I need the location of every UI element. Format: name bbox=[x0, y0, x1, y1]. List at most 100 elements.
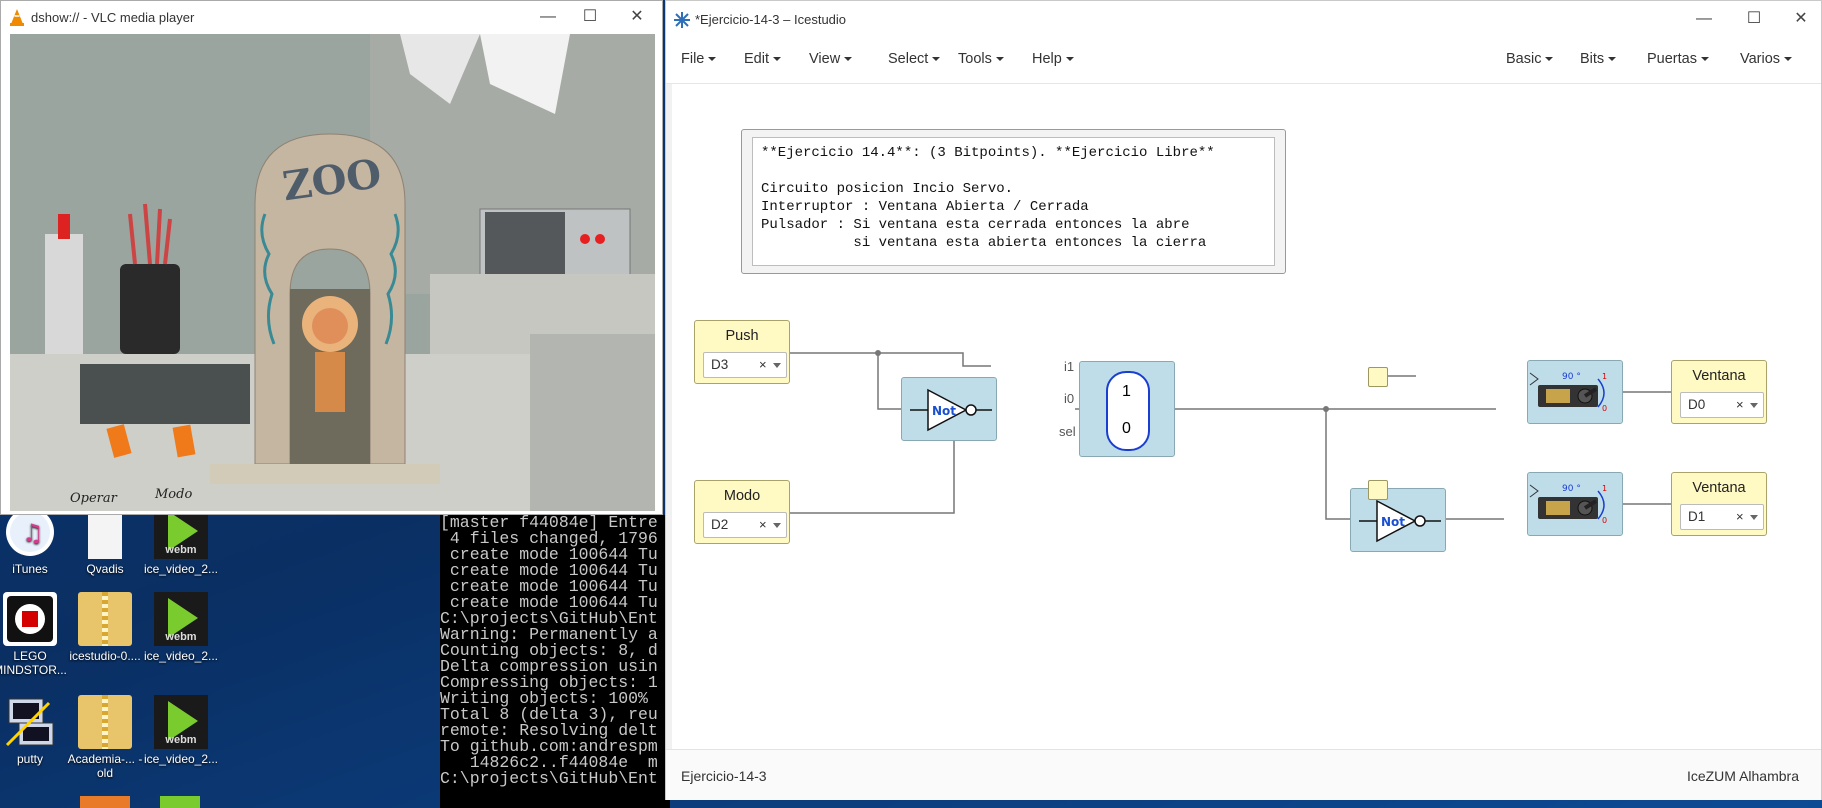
desktop-icon-video-3[interactable]: webm ice_video_2... bbox=[141, 695, 221, 766]
pin-select[interactable]: D3 × bbox=[703, 352, 787, 378]
desktop-icon-video-1[interactable]: webm ice_video_2... bbox=[141, 505, 221, 576]
partial-desktop-icon bbox=[160, 796, 200, 808]
circuit-canvas[interactable]: **Ejercicio 14.4**: (3 Bitpoints). **Eje… bbox=[666, 84, 1821, 749]
servo-icon: 90 ° 1 0 bbox=[1529, 372, 1607, 413]
menu-select[interactable]: Select bbox=[888, 51, 940, 67]
servo-label-1: 1 bbox=[1602, 484, 1607, 493]
terminal-window[interactable]: [master f44084e] Entre 4 files changed, … bbox=[440, 515, 670, 808]
clear-icon[interactable]: × bbox=[759, 517, 767, 532]
menu-edit[interactable]: Edit bbox=[744, 51, 781, 67]
menu-view[interactable]: View bbox=[809, 51, 852, 67]
servo-angle-label: 90 ° bbox=[1562, 484, 1581, 494]
chevron-down-icon[interactable] bbox=[1750, 515, 1758, 520]
minimize-button[interactable]: — bbox=[534, 6, 562, 28]
comment-line: si ventana esta abierta entonces la cier… bbox=[761, 235, 1207, 251]
close-button[interactable]: ✕ bbox=[623, 6, 651, 28]
pin-value: D2 bbox=[711, 517, 729, 532]
icestudio-app-icon bbox=[674, 12, 690, 33]
desktop-icon-lego[interactable]: LEGO MINDSTOR... bbox=[0, 592, 70, 677]
icestudio-window-title: *Ejercicio-14-3 – Icestudio bbox=[695, 12, 847, 27]
servo-block-1[interactable]: 90 ° 1 0 bbox=[1527, 360, 1623, 424]
lego-mindstorms-icon bbox=[3, 592, 57, 646]
vertical-scrollbar[interactable] bbox=[666, 84, 672, 749]
menu-bits[interactable]: Bits bbox=[1580, 51, 1616, 67]
desktop-icon-label: putty bbox=[16, 752, 43, 766]
chevron-down-icon[interactable] bbox=[1750, 403, 1758, 408]
desktop-icon-label: icestudio-0.... bbox=[69, 649, 141, 663]
comment-block[interactable]: **Ejercicio 14.4**: (3 Bitpoints). **Eje… bbox=[741, 129, 1286, 274]
desktop-icon-video-2[interactable]: webm ice_video_2... bbox=[141, 592, 221, 663]
desktop-icon-label: ice_video_2... bbox=[143, 562, 219, 576]
mux-label-1: 1 bbox=[1122, 383, 1131, 400]
not-gate-icon: Not bbox=[910, 388, 992, 432]
partial-desktop-icon bbox=[80, 796, 130, 808]
clear-icon[interactable]: × bbox=[759, 357, 767, 372]
putty-icon bbox=[3, 695, 57, 749]
pin-value: D1 bbox=[1688, 509, 1706, 524]
desktop-icon-itunes[interactable]: ♫ iTunes bbox=[0, 505, 70, 576]
status-board-name[interactable]: IceZUM Alhambra bbox=[1687, 768, 1799, 784]
clear-icon[interactable]: × bbox=[1736, 509, 1744, 524]
not-label: Not bbox=[1381, 515, 1405, 529]
menu-tools[interactable]: Tools bbox=[958, 51, 1004, 67]
webcam-video-frame[interactable]: ZOO Operar Modo bbox=[10, 34, 655, 511]
desktop-icon-putty[interactable]: putty bbox=[0, 695, 70, 766]
desktop-icon-label: Academia-... - old bbox=[67, 752, 143, 780]
servo-block-2[interactable]: 90 ° 1 0 bbox=[1527, 472, 1623, 536]
webm-video-icon: webm bbox=[154, 592, 208, 646]
chevron-down-icon[interactable] bbox=[773, 523, 781, 528]
clear-icon[interactable]: × bbox=[1736, 397, 1744, 412]
menu-file[interactable]: File bbox=[681, 51, 716, 67]
comment-line: Pulsador : Si ventana esta cerrada enton… bbox=[761, 217, 1190, 233]
output-port-ventana-d0[interactable]: Ventana D0 × bbox=[1671, 360, 1767, 424]
constant-checkbox[interactable] bbox=[1368, 480, 1388, 500]
input-port-modo[interactable]: Modo D2 × bbox=[694, 480, 790, 544]
webm-video-icon: webm bbox=[154, 695, 208, 749]
webcam-scene: ZOO Operar Modo bbox=[10, 34, 655, 511]
vlc-window[interactable]: dshow:// - VLC media player — ☐ ✕ ZOO Op… bbox=[0, 0, 663, 515]
not-gate-block[interactable]: Not bbox=[1350, 488, 1446, 552]
not-gate-icon: Not bbox=[1359, 499, 1441, 543]
close-button[interactable]: ✕ bbox=[1787, 8, 1815, 30]
output-port-ventana-d1[interactable]: Ventana D1 × bbox=[1671, 472, 1767, 536]
desktop-icon-icestudio-zip[interactable]: icestudio-0.... bbox=[65, 592, 145, 663]
constant-checkbox[interactable] bbox=[1368, 367, 1388, 387]
mux-symbol: 1 0 bbox=[1106, 371, 1150, 451]
comment-line: **Ejercicio 14.4**: (3 Bitpoints). **Eje… bbox=[761, 145, 1215, 161]
pin-select[interactable]: D0 × bbox=[1680, 392, 1764, 418]
comment-text[interactable]: **Ejercicio 14.4**: (3 Bitpoints). **Eje… bbox=[752, 137, 1275, 266]
desktop-icon-label: ice_video_2... bbox=[143, 752, 219, 766]
zip-folder-icon bbox=[78, 695, 132, 749]
desktop-icon-label: Qvadis bbox=[86, 562, 124, 576]
maximize-button[interactable]: ☐ bbox=[1740, 8, 1768, 30]
desktop-icon-label: iTunes bbox=[12, 562, 48, 576]
servo-label-1: 1 bbox=[1602, 372, 1607, 381]
chevron-down-icon[interactable] bbox=[773, 363, 781, 368]
not-label: Not bbox=[932, 404, 956, 418]
status-project-name: Ejercicio-14-3 bbox=[681, 768, 767, 784]
not-gate-block[interactable]: Not bbox=[901, 377, 997, 441]
vlc-cone-icon bbox=[9, 8, 25, 31]
vlc-titlebar[interactable]: dshow:// - VLC media player — ☐ ✕ bbox=[1, 1, 662, 34]
menu-help[interactable]: Help bbox=[1032, 51, 1074, 67]
menu-varios[interactable]: Varios bbox=[1740, 51, 1792, 67]
comment-line: Circuito posicion Incio Servo. bbox=[761, 181, 1014, 197]
icestudio-window[interactable]: *Ejercicio-14-3 – Icestudio — ☐ ✕ File E… bbox=[665, 0, 1822, 800]
desktop-icon-qvadis[interactable]: Qvadis bbox=[65, 505, 145, 576]
pin-select[interactable]: D2 × bbox=[703, 512, 787, 538]
input-port-push[interactable]: Push D3 × bbox=[694, 320, 790, 384]
svg-text:♫: ♫ bbox=[22, 519, 44, 547]
mux-input-i1-label: i1 bbox=[1064, 359, 1075, 374]
mux-block[interactable]: 1 0 bbox=[1079, 361, 1175, 457]
port-name: Push bbox=[725, 328, 759, 344]
pin-select[interactable]: D1 × bbox=[1680, 504, 1764, 530]
icestudio-titlebar[interactable]: *Ejercicio-14-3 – Icestudio — ☐ ✕ bbox=[666, 1, 1821, 37]
minimize-button[interactable]: — bbox=[1690, 8, 1718, 30]
mux-sel-label: sel bbox=[1059, 424, 1076, 439]
maximize-button[interactable]: ☐ bbox=[576, 6, 604, 28]
menu-bar: File Edit View Select Tools Help Basic B… bbox=[666, 37, 1821, 84]
servo-angle-label: 90 ° bbox=[1562, 372, 1581, 382]
desktop-icon-academia[interactable]: Academia-... - old bbox=[65, 695, 145, 780]
menu-basic[interactable]: Basic bbox=[1506, 51, 1553, 67]
menu-puertas[interactable]: Puertas bbox=[1647, 51, 1709, 67]
